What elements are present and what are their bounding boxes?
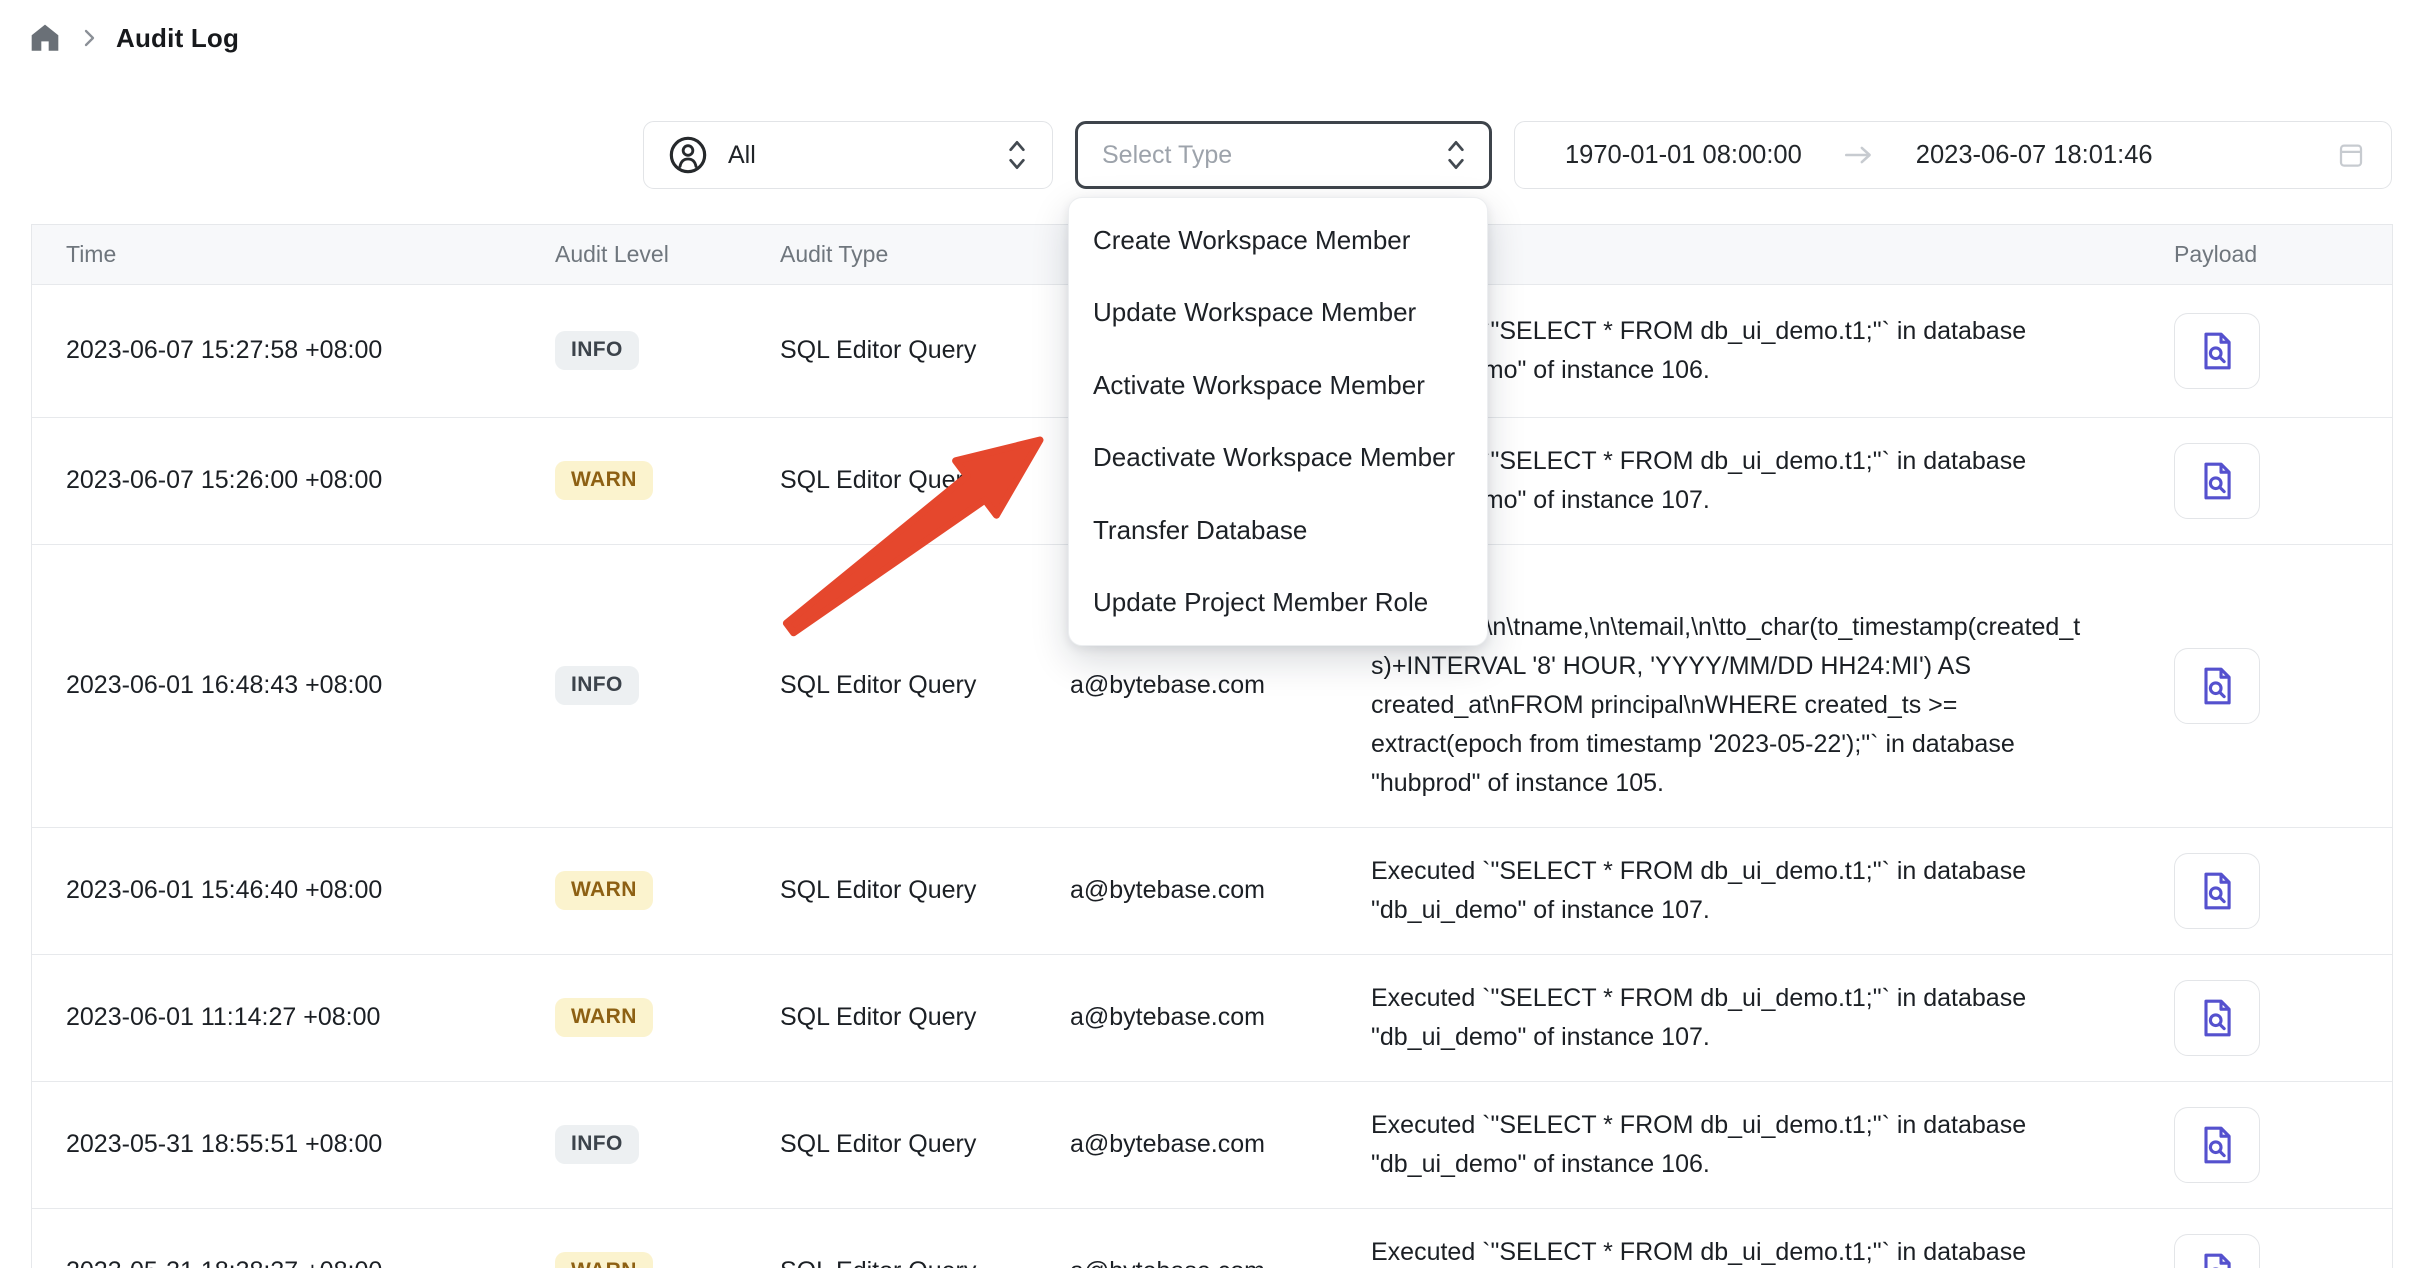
audit-level-cell: INFO xyxy=(541,544,766,827)
audit-level-cell: WARN xyxy=(541,827,766,954)
type-option[interactable]: Update Workspace Member xyxy=(1069,277,1487,350)
payload-cell xyxy=(2146,544,2392,827)
time-cell: 2023-06-01 11:14:27 +08:00 xyxy=(32,954,541,1081)
audit-level-badge: INFO xyxy=(555,331,639,370)
audit-type-cell: SQL Editor Query xyxy=(766,954,1056,1081)
type-filter-placeholder: Select Type xyxy=(1102,141,1232,170)
table-row: 2023-06-01 15:46:40 +08:00 WARN SQL Edit… xyxy=(32,827,2392,954)
person-icon xyxy=(668,135,708,175)
home-icon[interactable] xyxy=(28,21,62,55)
type-option[interactable]: Create Workspace Member xyxy=(1069,204,1487,277)
date-range-picker[interactable]: 1970-01-01 08:00:00 2023-06-07 18:01:46 xyxy=(1514,121,2392,189)
calendar-icon[interactable] xyxy=(2336,140,2366,170)
comment-cell: Executed `"SELECT * FROM db_ui_demo.t1;"… xyxy=(1361,1081,2146,1208)
actor-cell: a@bytebase.com xyxy=(1056,1081,1361,1208)
comment-cell: Executed `"SELECT * FROM db_ui_demo.t1;"… xyxy=(1361,827,2146,954)
time-cell: 2023-05-31 18:38:37 +08:00 xyxy=(32,1208,541,1268)
audit-type-cell: SQL Editor Query xyxy=(766,1208,1056,1268)
audit-level-badge: INFO xyxy=(555,666,639,705)
type-option[interactable]: Update Project Member Role xyxy=(1069,567,1487,640)
audit-level-cell: WARN xyxy=(541,954,766,1081)
view-payload-button[interactable] xyxy=(2174,1234,2260,1268)
column-header-payload: Payload xyxy=(2146,225,2392,284)
breadcrumb: Audit Log xyxy=(28,16,239,60)
audit-type-cell: SQL Editor Query xyxy=(766,417,1056,544)
actor-cell: a@bytebase.com xyxy=(1056,827,1361,954)
time-cell: 2023-06-07 15:26:00 +08:00 xyxy=(32,417,541,544)
time-cell: 2023-06-01 15:46:40 +08:00 xyxy=(32,827,541,954)
payload-document-search-icon xyxy=(2195,664,2239,708)
audit-type-cell: SQL Editor Query xyxy=(766,827,1056,954)
filter-bar: All Select Type 1970-01-01 08:00:00 2023… xyxy=(643,121,2392,189)
audit-type-cell: SQL Editor Query xyxy=(766,544,1056,827)
payload-document-search-icon xyxy=(2195,1250,2239,1268)
column-header-level: Audit Level xyxy=(541,225,766,284)
column-header-type: Audit Type xyxy=(766,225,1056,284)
page-title: Audit Log xyxy=(116,23,239,54)
audit-level-cell: INFO xyxy=(541,1081,766,1208)
type-option[interactable]: Transfer Database xyxy=(1069,494,1487,567)
audit-type-cell: SQL Editor Query xyxy=(766,1081,1056,1208)
time-cell: 2023-06-07 15:27:58 +08:00 xyxy=(32,284,541,417)
type-filter-select[interactable]: Select Type xyxy=(1075,121,1492,189)
payload-cell xyxy=(2146,1081,2392,1208)
actor-cell: a@bytebase.com xyxy=(1056,1208,1361,1268)
comment-cell: Executed `"SELECT * FROM db_ui_demo.t1;"… xyxy=(1361,1208,2146,1268)
audit-level-badge: WARN xyxy=(555,461,653,500)
table-row: 2023-05-31 18:38:37 +08:00 WARN SQL Edit… xyxy=(32,1208,2392,1268)
payload-document-search-icon xyxy=(2195,996,2239,1040)
table-row: 2023-06-01 11:14:27 +08:00 WARN SQL Edit… xyxy=(32,954,2392,1081)
view-payload-button[interactable] xyxy=(2174,853,2260,929)
audit-level-badge: INFO xyxy=(555,1125,639,1164)
payload-cell xyxy=(2146,1208,2392,1268)
audit-level-cell: INFO xyxy=(541,284,766,417)
range-arrow-icon xyxy=(1842,142,1876,168)
comment-cell: Executed `"SELECT * FROM db_ui_demo.t1;"… xyxy=(1361,954,2146,1081)
time-cell: 2023-06-01 16:48:43 +08:00 xyxy=(32,544,541,827)
view-payload-button[interactable] xyxy=(2174,443,2260,519)
payload-document-search-icon xyxy=(2195,869,2239,913)
audit-level-badge: WARN xyxy=(555,1252,653,1268)
payload-cell xyxy=(2146,827,2392,954)
payload-cell xyxy=(2146,284,2392,417)
type-option[interactable]: Activate Workspace Member xyxy=(1069,349,1487,422)
type-select-dropdown-menu: Create Workspace MemberUpdate Workspace … xyxy=(1068,197,1488,646)
select-chevrons-icon xyxy=(1443,136,1469,174)
time-cell: 2023-05-31 18:55:51 +08:00 xyxy=(32,1081,541,1208)
breadcrumb-chevron-icon xyxy=(77,26,101,50)
select-chevrons-icon xyxy=(1004,136,1030,174)
audit-level-cell: WARN xyxy=(541,417,766,544)
actor-filter-select[interactable]: All xyxy=(643,121,1053,189)
view-payload-button[interactable] xyxy=(2174,1107,2260,1183)
payload-cell xyxy=(2146,417,2392,544)
audit-level-badge: WARN xyxy=(555,998,653,1037)
type-option[interactable]: Deactivate Workspace Member xyxy=(1069,422,1487,495)
payload-document-search-icon xyxy=(2195,459,2239,503)
actor-filter-value: All xyxy=(728,141,756,170)
payload-document-search-icon xyxy=(2195,1123,2239,1167)
audit-level-cell: WARN xyxy=(541,1208,766,1268)
view-payload-button[interactable] xyxy=(2174,313,2260,389)
view-payload-button[interactable] xyxy=(2174,648,2260,724)
table-row: 2023-05-31 18:55:51 +08:00 INFO SQL Edit… xyxy=(32,1081,2392,1208)
payload-cell xyxy=(2146,954,2392,1081)
view-payload-button[interactable] xyxy=(2174,980,2260,1056)
date-range-start[interactable]: 1970-01-01 08:00:00 xyxy=(1565,141,1802,170)
audit-level-badge: WARN xyxy=(555,871,653,910)
payload-document-search-icon xyxy=(2195,329,2239,373)
audit-type-cell: SQL Editor Query xyxy=(766,284,1056,417)
actor-cell: a@bytebase.com xyxy=(1056,954,1361,1081)
date-range-end[interactable]: 2023-06-07 18:01:46 xyxy=(1916,141,2153,170)
column-header-time: Time xyxy=(32,225,541,284)
